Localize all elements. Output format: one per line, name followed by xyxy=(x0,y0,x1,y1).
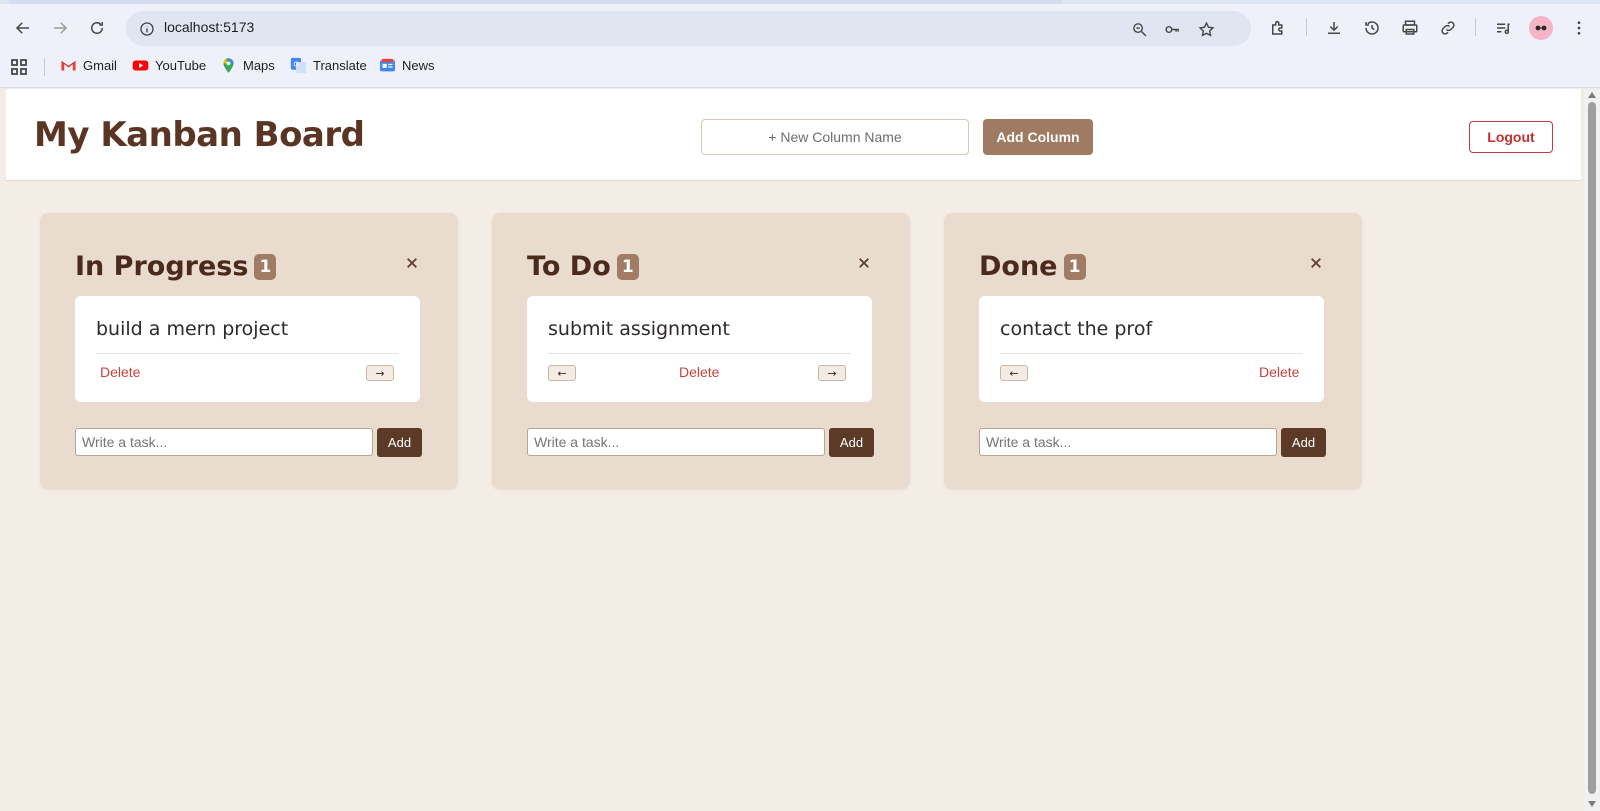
site-info-icon[interactable] xyxy=(136,18,158,40)
card-divider xyxy=(548,353,851,354)
bookmarks-bar: Gmail YouTube Maps G Translate News xyxy=(0,52,1600,82)
delete-task-button[interactable]: Delete xyxy=(1259,364,1299,380)
scroll-thumb[interactable] xyxy=(1588,102,1596,794)
maps-icon xyxy=(220,57,237,74)
move-left-button[interactable]: ← xyxy=(548,365,576,381)
address-bar[interactable]: localhost:5173 xyxy=(126,11,1251,46)
new-task-input[interactable] xyxy=(979,428,1277,456)
close-icon xyxy=(859,258,869,268)
history-icon[interactable] xyxy=(1358,14,1386,42)
bookmark-gmail[interactable]: Gmail xyxy=(60,57,117,74)
column-title: To Do xyxy=(527,251,611,282)
menu-kebab-icon[interactable] xyxy=(1565,14,1593,42)
reload-button[interactable] xyxy=(83,14,111,42)
forward-button[interactable] xyxy=(46,14,74,42)
new-task-input[interactable] xyxy=(75,428,373,456)
task-card[interactable]: contact the prof ← Delete xyxy=(979,296,1324,402)
download-icon[interactable] xyxy=(1320,14,1348,42)
task-text: submit assignment xyxy=(548,318,730,340)
delete-task-button[interactable]: Delete xyxy=(100,364,140,380)
delete-column-button[interactable] xyxy=(402,253,422,273)
card-divider xyxy=(96,353,399,354)
delete-column-button[interactable] xyxy=(854,253,874,273)
app-header: My Kanban Board Add Column Logout xyxy=(6,89,1581,181)
print-icon[interactable] xyxy=(1396,14,1424,42)
toolbar-separator xyxy=(1475,18,1476,36)
column-done: Done 1 contact the prof ← Delete Add xyxy=(944,213,1362,489)
column-to-do: To Do 1 submit assignment ← Delete → Add xyxy=(492,213,910,489)
news-icon xyxy=(379,57,396,74)
apps-grid-icon[interactable] xyxy=(10,58,28,76)
card-divider xyxy=(1000,353,1303,354)
media-queue-icon[interactable] xyxy=(1489,14,1517,42)
scroll-down-arrow-icon[interactable] xyxy=(1588,801,1596,807)
bookmark-label: News xyxy=(402,58,435,73)
task-count-badge: 1 xyxy=(1063,253,1086,280)
reload-icon xyxy=(91,22,103,34)
zoom-icon[interactable] xyxy=(1128,18,1150,40)
page-title: My Kanban Board xyxy=(34,115,365,155)
bookmarks-separator xyxy=(44,58,45,76)
bookmark-label: Gmail xyxy=(83,58,117,73)
new-task-input[interactable] xyxy=(527,428,825,456)
page-scrollbar[interactable] xyxy=(1584,89,1600,811)
youtube-icon xyxy=(132,57,149,74)
active-tab-edge[interactable] xyxy=(8,0,1063,4)
back-button[interactable] xyxy=(9,14,37,42)
task-count-badge: 1 xyxy=(254,253,277,280)
password-key-icon[interactable] xyxy=(1161,18,1183,40)
toolbar-separator xyxy=(1306,18,1307,36)
column-in-progress: In Progress 1 build a mern project Delet… xyxy=(40,213,458,489)
back-arrow-icon xyxy=(15,22,29,34)
delete-column-button[interactable] xyxy=(1306,253,1326,273)
extensions-icon[interactable] xyxy=(1264,14,1292,42)
delete-task-button[interactable]: Delete xyxy=(679,364,719,380)
bookmark-label: Translate xyxy=(313,58,367,73)
gmail-icon xyxy=(60,57,77,74)
close-icon xyxy=(1311,258,1321,268)
profile-avatar-icon[interactable] xyxy=(1529,16,1553,40)
column-header: To Do 1 xyxy=(527,251,639,282)
bookmark-news[interactable]: News xyxy=(379,57,435,74)
translate-icon: G xyxy=(290,57,307,74)
add-task-button[interactable]: Add xyxy=(377,428,422,457)
add-task-button[interactable]: Add xyxy=(1281,428,1326,457)
column-title: In Progress xyxy=(75,251,249,282)
task-card[interactable]: build a mern project Delete → xyxy=(75,296,420,402)
bookmark-maps[interactable]: Maps xyxy=(220,57,275,74)
kanban-page: My Kanban Board Add Column Logout In Pro… xyxy=(6,89,1581,811)
task-card[interactable]: submit assignment ← Delete → xyxy=(527,296,872,402)
browser-chrome: localhost:5173 Gmail YouTube Maps G Tran… xyxy=(0,0,1600,88)
column-title: Done xyxy=(979,251,1058,282)
move-left-button[interactable]: ← xyxy=(1000,365,1028,381)
new-column-input[interactable] xyxy=(701,119,969,155)
svg-text:G: G xyxy=(293,60,298,68)
close-icon xyxy=(407,258,417,268)
add-task-button[interactable]: Add xyxy=(829,428,874,457)
task-count-badge: 1 xyxy=(616,253,639,280)
bookmark-label: Maps xyxy=(243,58,275,73)
scroll-up-arrow-icon[interactable] xyxy=(1588,92,1596,98)
column-header: Done 1 xyxy=(979,251,1086,282)
task-text: contact the prof xyxy=(1000,318,1153,340)
bookmark-star-icon[interactable] xyxy=(1195,18,1217,40)
task-text: build a mern project xyxy=(96,318,289,340)
column-header: In Progress 1 xyxy=(75,251,277,282)
bookmark-label: YouTube xyxy=(155,58,207,73)
bookmark-youtube[interactable]: YouTube xyxy=(132,57,206,74)
add-column-button[interactable]: Add Column xyxy=(983,119,1093,155)
link-icon[interactable] xyxy=(1434,14,1462,42)
tab-strip xyxy=(0,0,1600,4)
logout-button[interactable]: Logout xyxy=(1469,121,1553,153)
bookmark-translate[interactable]: G Translate xyxy=(290,57,367,74)
move-right-button[interactable]: → xyxy=(818,365,846,381)
url-text[interactable]: localhost:5173 xyxy=(164,19,254,35)
move-right-button[interactable]: → xyxy=(366,365,394,381)
forward-arrow-icon xyxy=(54,22,68,34)
